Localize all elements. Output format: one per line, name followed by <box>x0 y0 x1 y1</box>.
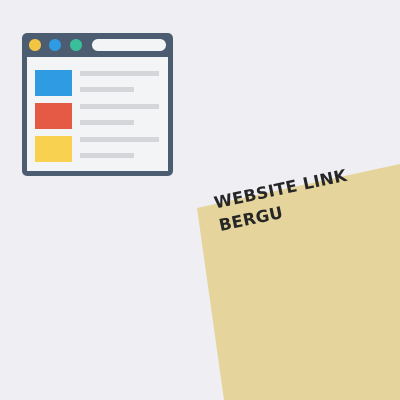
tile-red <box>35 103 72 129</box>
browser-window-icon <box>22 33 173 176</box>
window-dot-yellow <box>29 39 41 51</box>
address-bar <box>92 39 166 51</box>
tile-blue <box>35 70 72 96</box>
text-line <box>80 120 134 125</box>
text-line <box>80 87 134 92</box>
text-line <box>80 71 159 76</box>
text-line <box>80 137 159 142</box>
text-line <box>80 104 159 109</box>
tile-yellow <box>35 136 72 162</box>
text-line <box>80 153 134 158</box>
window-dot-blue <box>49 39 61 51</box>
window-dot-green <box>70 39 82 51</box>
